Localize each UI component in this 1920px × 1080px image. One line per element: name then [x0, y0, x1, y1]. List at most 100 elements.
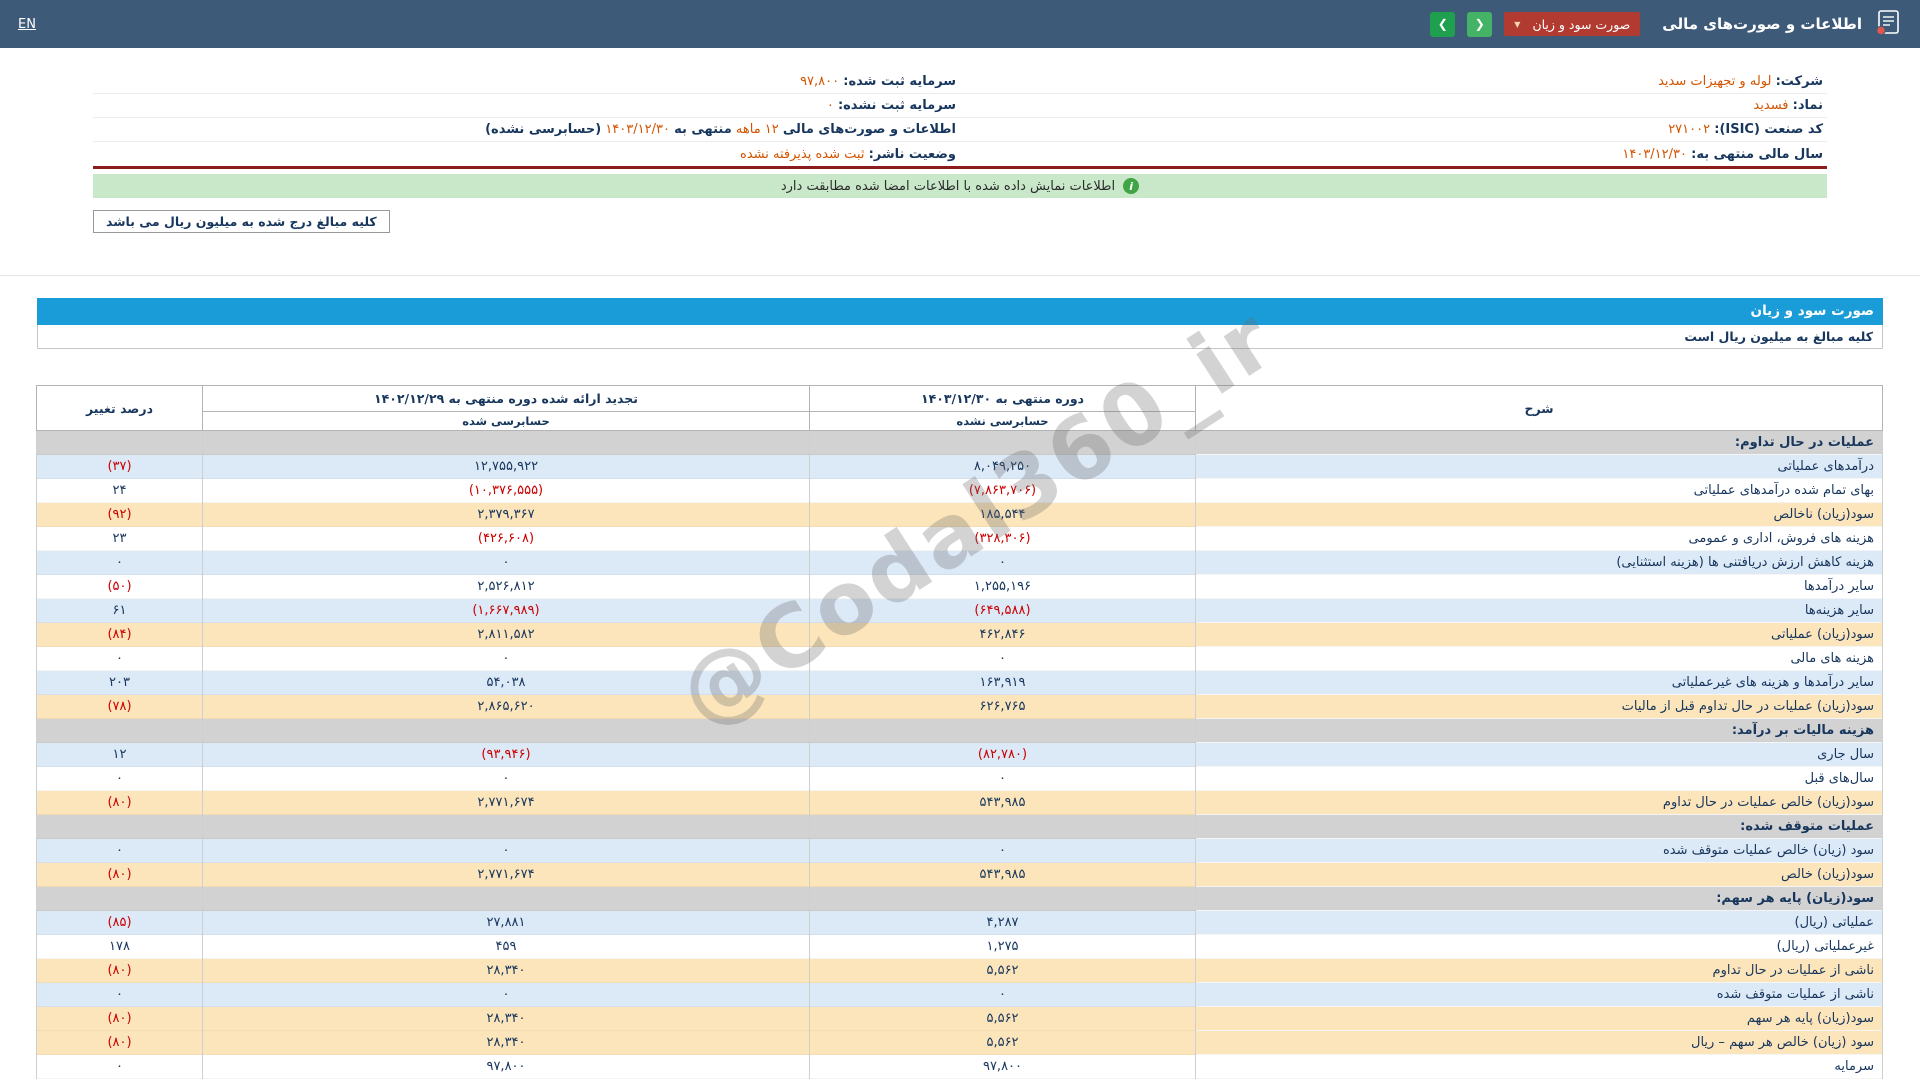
section-divider — [0, 275, 1920, 276]
row-restated-value: ۰ — [202, 550, 810, 575]
period-audit-status: (حسابرسی نشده) — [485, 122, 602, 137]
table-row: سود (زیان) خالص عملیات متوقف شده ۰ ۰ ۰ — [36, 838, 1883, 863]
row-description: سود(زیان) ناخالص — [1195, 502, 1883, 527]
table-row: هزینه های فروش، اداری و عمومی (۳۲۸,۳۰۶) … — [36, 526, 1883, 551]
row-restated-value: ۲,۷۷۱,۶۷۴ — [202, 790, 810, 815]
row-current-value: (۶۴۹,۵۸۸) — [809, 598, 1196, 623]
row-description: سود (زیان) خالص هر سهم – ریال — [1195, 1030, 1883, 1055]
row-current-value: ۱,۲۷۵ — [809, 934, 1196, 959]
row-restated-value: ۲,۵۲۶,۸۱۲ — [202, 574, 810, 599]
row-restated-value: ۲۷,۸۸۱ — [202, 910, 810, 935]
previous-statement-button[interactable]: ❮ — [1467, 11, 1493, 37]
row-restated-value — [202, 718, 810, 743]
row-restated-value: ۴۵۹ — [202, 934, 810, 959]
field-value: ثبت شده پذیرفته نشده — [740, 146, 865, 162]
row-restated-value: ۹۷,۸۰۰ — [202, 1054, 810, 1079]
row-change-percent: ۱۲ — [36, 742, 203, 767]
row-restated-value: (۱,۶۶۷,۹۸۹) — [202, 598, 810, 623]
period-text: اطلاعات و صورت‌های مالی — [782, 122, 956, 137]
column-subheader-unaudited: حسابرسی نشده — [809, 411, 1196, 431]
next-statement-button[interactable]: ❯ — [1430, 11, 1456, 37]
field-label: سرمایه ثبت شده: — [843, 74, 956, 89]
statement-title-bar: صورت سود و زیان — [37, 298, 1883, 325]
info-row: سال مالی منتهی به: ۱۴۰۳/۱۲/۳۰ وضعیت ناشر… — [93, 142, 1827, 166]
row-description: سود(زیان) خالص — [1195, 862, 1883, 887]
row-change-percent — [36, 886, 203, 911]
page-title: اطلاعات و صورت‌های مالی — [1662, 15, 1862, 33]
row-change-percent — [36, 430, 203, 455]
chevron-right-icon: ❯ — [1437, 17, 1448, 31]
table-row: ناشی از عملیات متوقف شده ۰ ۰ ۰ — [36, 982, 1883, 1007]
row-change-percent — [36, 814, 203, 839]
row-current-value — [809, 814, 1196, 839]
row-change-percent: (۸۰) — [36, 958, 203, 983]
row-description: سال جاری — [1195, 742, 1883, 767]
row-description: هزینه مالیات بر درآمد: — [1195, 718, 1883, 743]
row-restated-value — [202, 430, 810, 455]
row-restated-value: ۲,۳۷۹,۳۶۷ — [202, 502, 810, 527]
row-current-value — [809, 718, 1196, 743]
row-description: سود(زیان) عملیات در حال تداوم قبل از مال… — [1195, 694, 1883, 719]
info-row: شرکت: لوله و تجهیزات سدید سرمایه ثبت شده… — [93, 70, 1827, 94]
table-row: سود(زیان) خالص عملیات در حال تداوم ۵۴۳,۹… — [36, 790, 1883, 815]
row-description: عملیات در حال تداوم: — [1195, 430, 1883, 455]
statement-amounts-note: کلیه مبالغ به میلیون ریال است — [37, 325, 1883, 349]
statement-type-dropdown[interactable]: صورت سود و زیان ▼ — [1504, 12, 1641, 36]
row-description: بهای تمام شده درآمدهای عملیاتی — [1195, 478, 1883, 503]
row-restated-value: (۹۳,۹۴۶) — [202, 742, 810, 767]
field-label: شرکت: — [1775, 74, 1823, 89]
row-restated-value: ۲۸,۳۴۰ — [202, 1006, 810, 1031]
table-row: سود(زیان) پایه هر سهم ۵,۵۶۲ ۲۸,۳۴۰ (۸۰) — [36, 1006, 1883, 1031]
row-change-percent: (۳۷) — [36, 454, 203, 479]
language-toggle-en[interactable]: EN — [18, 17, 36, 32]
row-description: ناشی از عملیات متوقف شده — [1195, 982, 1883, 1007]
row-current-value — [809, 886, 1196, 911]
row-current-value: (۳۲۸,۳۰۶) — [809, 526, 1196, 551]
row-change-percent: ۲۳ — [36, 526, 203, 551]
row-change-percent: ۰ — [36, 766, 203, 791]
table-row: سود(زیان) ناخالص ۱۸۵,۵۴۴ ۲,۳۷۹,۳۶۷ (۹۲) — [36, 502, 1883, 527]
row-restated-value: (۴۲۶,۶۰۸) — [202, 526, 810, 551]
period-months: ۱۲ ماهه — [735, 122, 779, 137]
row-change-percent: (۷۸) — [36, 694, 203, 719]
income-statement-table: شرح دوره منتهی به ۱۴۰۳/۱۲/۳۰ تجدید ارائه… — [36, 385, 1883, 1079]
table-row: عملیاتی (ریال) ۴,۲۸۷ ۲۷,۸۸۱ (۸۵) — [36, 910, 1883, 935]
table-row: غیرعملیاتی (ریال) ۱,۲۷۵ ۴۵۹ ۱۷۸ — [36, 934, 1883, 959]
info-symbol: نماد: فسدید — [960, 98, 1827, 113]
row-current-value: ۵,۵۶۲ — [809, 1030, 1196, 1055]
row-restated-value: ۰ — [202, 766, 810, 791]
row-current-value: ۵۴۳,۹۸۵ — [809, 862, 1196, 887]
field-value: لوله و تجهیزات سدید — [1658, 74, 1772, 89]
field-value: فسدید — [1753, 98, 1789, 113]
row-current-value: ۴,۲۸۷ — [809, 910, 1196, 935]
row-current-value: ۶۲۶,۷۶۵ — [809, 694, 1196, 719]
row-description: عملیاتی (ریال) — [1195, 910, 1883, 935]
field-value: ۹۷,۸۰۰ — [800, 74, 840, 89]
table-row: سود(زیان) پایه هر سهم: — [36, 886, 1883, 911]
row-change-percent: (۸۰) — [36, 862, 203, 887]
info-row: نماد: فسدید سرمایه ثبت نشده: ۰ — [93, 94, 1827, 118]
info-company: شرکت: لوله و تجهیزات سدید — [960, 74, 1827, 89]
field-label: سال مالی منتهی به: — [1691, 146, 1823, 162]
table-row: هزینه مالیات بر درآمد: — [36, 718, 1883, 743]
signature-match-banner: i اطلاعات نمایش داده شده با اطلاعات امضا… — [93, 174, 1827, 198]
row-description: سایر هزینه‌ها — [1195, 598, 1883, 623]
statement-rows: عملیات در حال تداوم: درآمدهای عملیاتی ۸,… — [36, 430, 1883, 1079]
row-current-value: ۰ — [809, 982, 1196, 1007]
row-change-percent: ۱۷۸ — [36, 934, 203, 959]
row-change-percent: ۰ — [36, 982, 203, 1007]
field-value: ۱۴۰۳/۱۲/۳۰ — [1622, 146, 1687, 162]
row-current-value: (۷,۸۶۳,۷۰۶) — [809, 478, 1196, 503]
info-period: اطلاعات و صورت‌های مالی ۱۲ ماهه منتهی به… — [93, 122, 960, 137]
field-value: ۲۷۱۰۰۲ — [1668, 122, 1711, 137]
table-row: سود(زیان) عملیات در حال تداوم قبل از مال… — [36, 694, 1883, 719]
table-header: شرح دوره منتهی به ۱۴۰۳/۱۲/۳۰ تجدید ارائه… — [36, 385, 1883, 431]
amounts-note-wrap: کلیه مبالغ درج شده به میلیون ریال می باش… — [93, 210, 1827, 233]
row-current-value — [809, 430, 1196, 455]
row-change-percent: (۸۰) — [36, 790, 203, 815]
header-left-group: EN — [18, 17, 36, 32]
row-description: هزینه های مالی — [1195, 646, 1883, 671]
row-current-value: ۱۶۳,۹۱۹ — [809, 670, 1196, 695]
row-description: سایر درآمدها — [1195, 574, 1883, 599]
row-description: سرمایه — [1195, 1054, 1883, 1079]
